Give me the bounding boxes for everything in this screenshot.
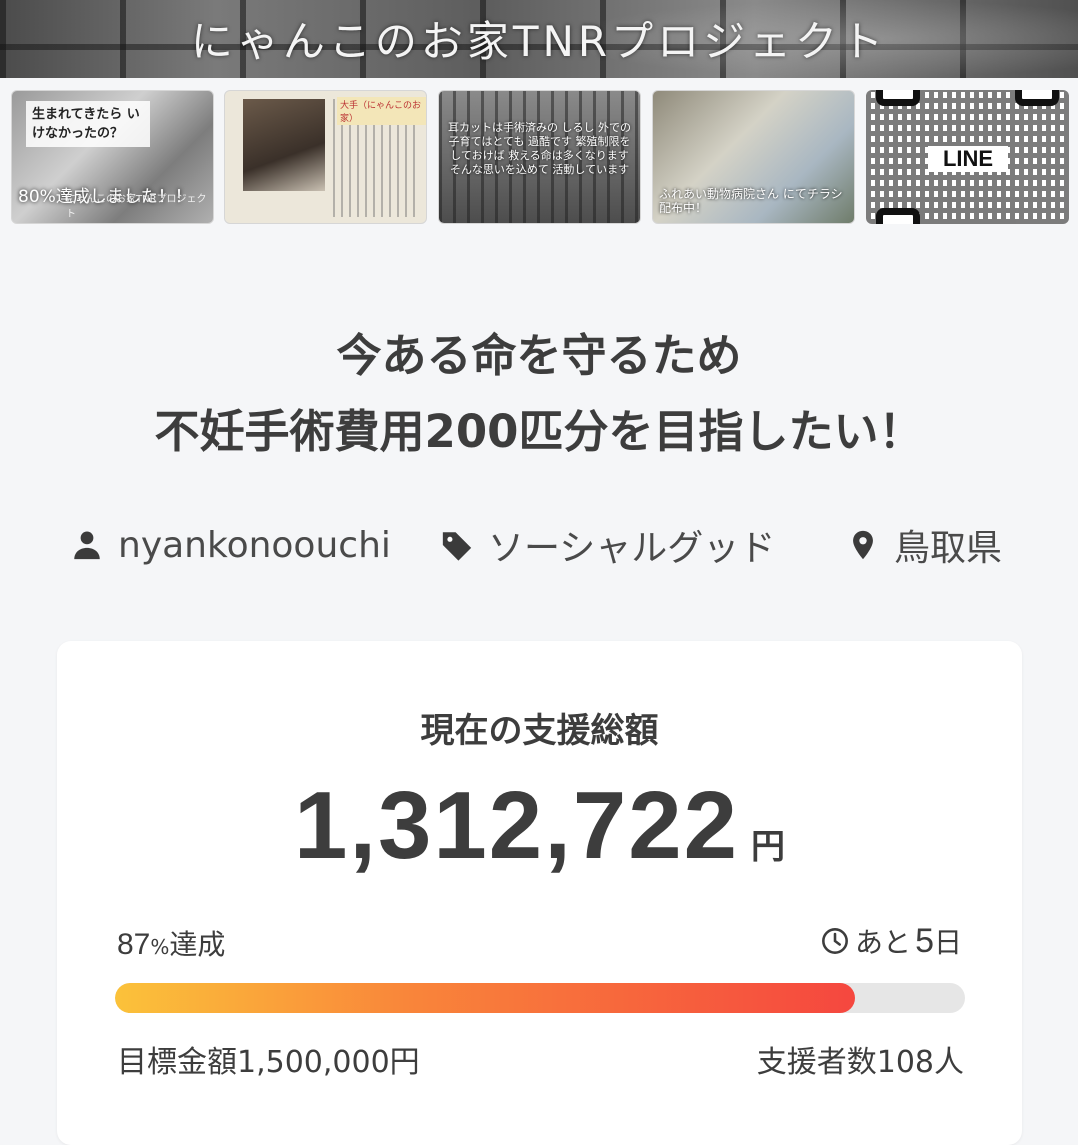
owner-name: nyankonoouchi xyxy=(118,524,391,566)
line-label: LINE xyxy=(928,146,1008,172)
category-link[interactable]: ソーシャルグッド xyxy=(440,520,775,570)
project-page: にゃんこのお家TNRプロジェクト 生まれてきたら いけなかったの？ 80%達成し… xyxy=(0,0,1078,1145)
gallery-thumbnail-4[interactable]: ふれあい動物病院さん にてチラシ配布中！ xyxy=(652,90,855,224)
qr-finder-icon xyxy=(876,90,920,106)
goal-amount: 目標金額1,500,000円 xyxy=(117,1045,420,1080)
gallery-thumbnail-2[interactable]: 大手（にゃんこのお家） xyxy=(224,90,427,224)
newspaper-tag: 大手（にゃんこのお家） xyxy=(337,97,426,125)
location-link[interactable]: 鳥取県 xyxy=(846,520,1002,570)
owner-link[interactable]: nyankonoouchi xyxy=(70,520,391,570)
funding-card: 現在の支援総額 1,312,722 円 87%達成 あと 5 日 目標金額1,50… xyxy=(57,641,1022,1145)
progress-bar xyxy=(115,983,965,1013)
location-name: 鳥取県 xyxy=(894,528,1003,569)
remaining-unit: 日 xyxy=(933,926,962,959)
currency-unit: 円 xyxy=(751,827,786,867)
thumbnail-note: 生まれてきたら いけなかったの？ xyxy=(26,101,150,147)
category-name: ソーシャルグッド xyxy=(488,528,776,569)
total-support-label: 現在の支援総額 xyxy=(420,711,659,751)
project-meta: nyankonoouchi ソーシャルグッド 鳥取県 xyxy=(70,520,1020,570)
tag-icon xyxy=(442,532,472,561)
remaining-days: 5 xyxy=(915,921,934,960)
total-support-amount: 1,312,722 円 xyxy=(57,771,1022,881)
project-title-line-1: 今ある命を守るため xyxy=(336,329,742,382)
clock-icon xyxy=(822,928,848,954)
gallery-thumbnail-3[interactable]: 耳カットは手術済みの しるし 外での子育てはとても 過酷です 繁殖制限をしておけ… xyxy=(438,90,641,224)
percent-symbol: % xyxy=(150,935,170,959)
gallery-thumbnail-1[interactable]: 生まれてきたら いけなかったの？ 80%達成しました！！ にゃんこのお家TNRプ… xyxy=(11,90,214,224)
hero-banner: にゃんこのお家TNRプロジェクト xyxy=(0,0,1078,78)
project-title-line-2: 不妊手術費用200匹分を目指したい！ xyxy=(154,405,924,458)
remaining-prefix: あと xyxy=(855,926,912,959)
achievement-rate: 87%達成 xyxy=(117,923,225,963)
achievement-percent: 87 xyxy=(117,928,151,961)
newspaper-photo xyxy=(243,99,325,191)
gallery-thumbnail-line-qr[interactable]: LINE xyxy=(866,90,1069,224)
amount-value: 1,312,722 xyxy=(293,772,740,879)
supporter-count: 支援者数108人 xyxy=(756,1045,964,1080)
progress-bar-fill xyxy=(115,983,855,1013)
image-gallery: 生まれてきたら いけなかったの？ 80%達成しました！！ にゃんこのお家TNRプ… xyxy=(0,90,1078,224)
project-title: 今ある命を守るため 不妊手術費用200匹分を目指したい！ xyxy=(0,318,1078,470)
thumbnail-credit: にゃんこのお家TNRプロジェクト xyxy=(66,194,207,220)
location-pin-icon xyxy=(853,530,873,560)
hero-title: にゃんこのお家TNRプロジェクト xyxy=(190,17,888,66)
qr-finder-icon xyxy=(1015,90,1059,106)
person-icon xyxy=(74,531,100,560)
remaining-time: あと 5 日 xyxy=(821,921,962,961)
qr-finder-icon xyxy=(876,208,920,224)
achievement-suffix: 達成 xyxy=(169,928,226,961)
thumbnail-caption: ふれあい動物病院さん にてチラシ配布中！ xyxy=(659,187,843,215)
thumbnail-caption: 耳カットは手術済みの しるし 外での子育てはとても 過酷です 繁殖制限をしておけ… xyxy=(448,121,631,176)
